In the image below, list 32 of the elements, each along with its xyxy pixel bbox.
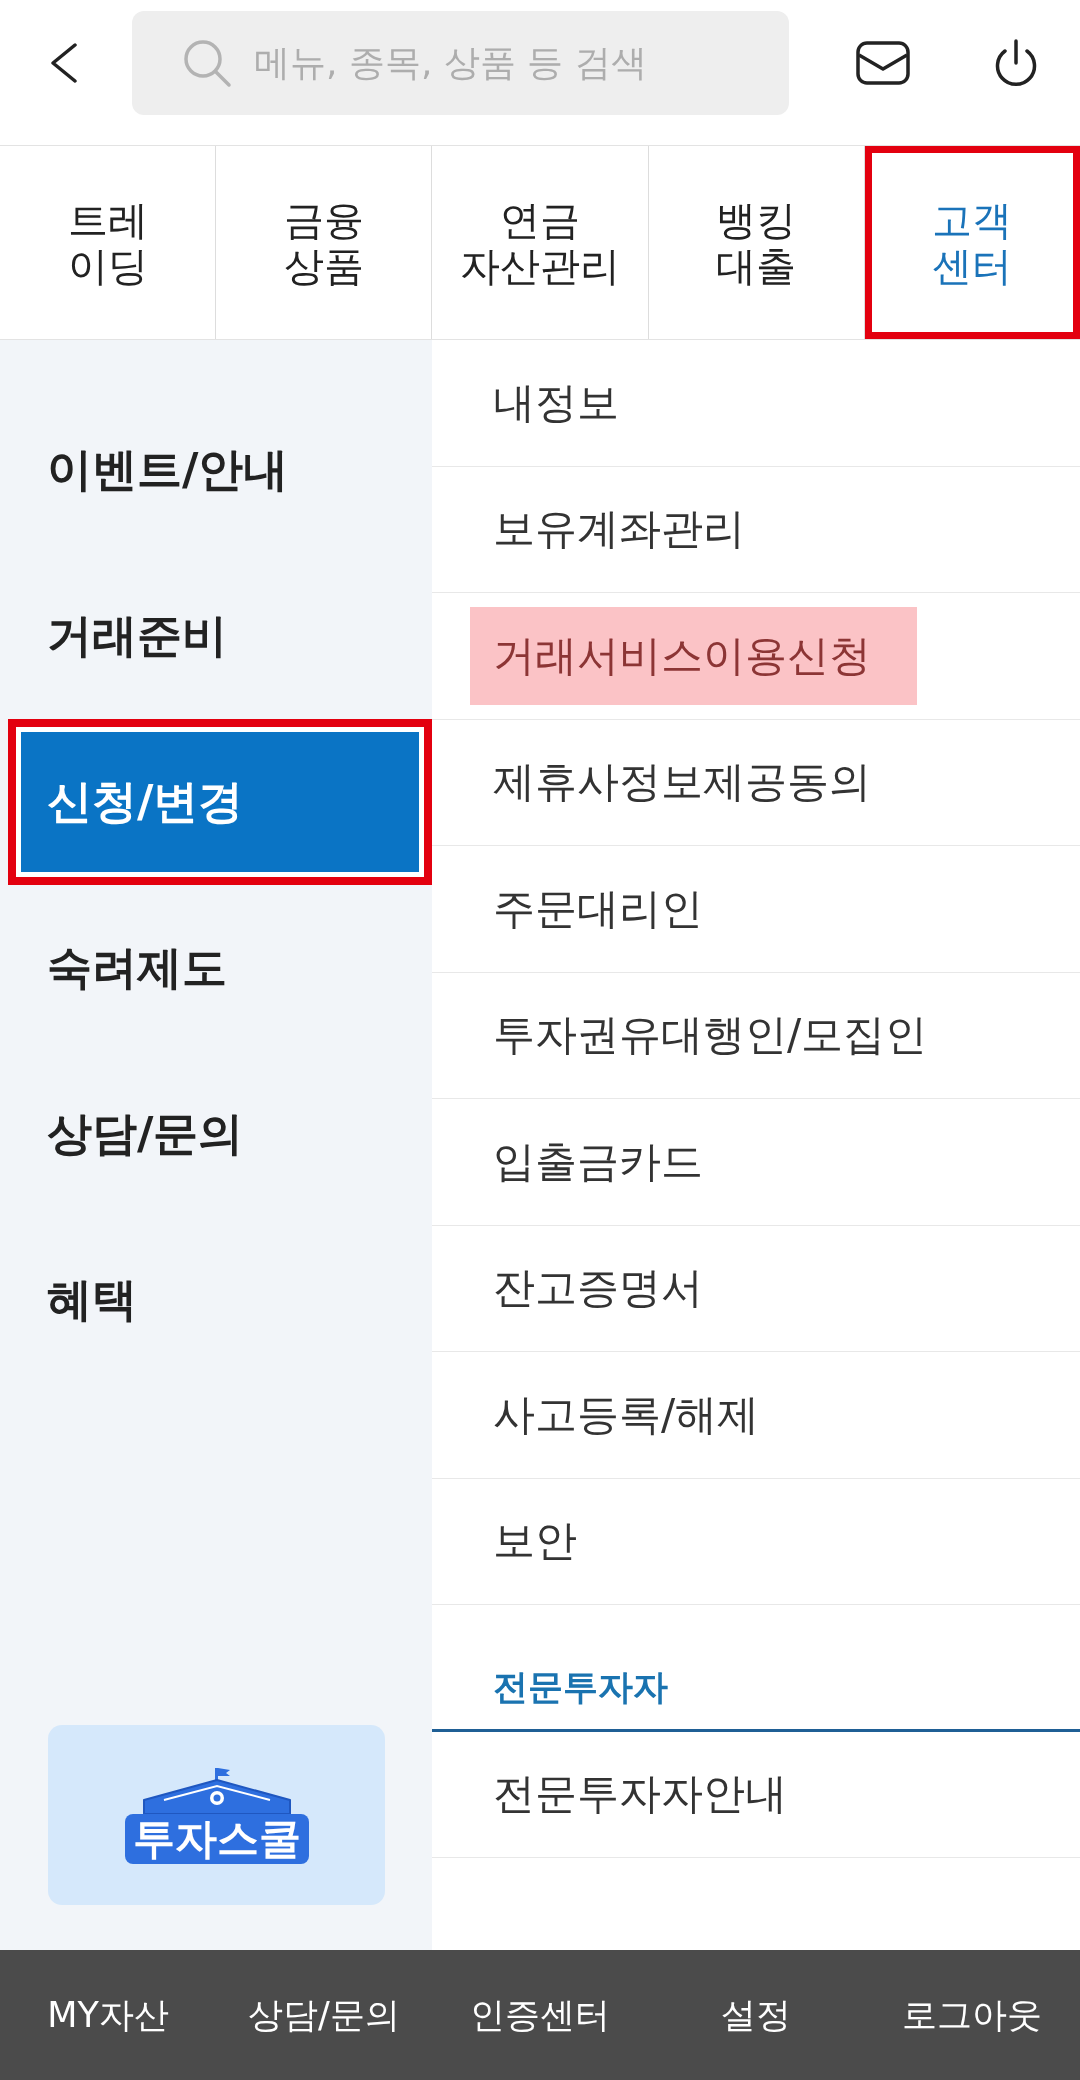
bottom-nav-link[interactable]: 로그아웃 [902, 1994, 1042, 2036]
search-icon [182, 37, 232, 88]
bottom-nav-link[interactable]: 상담/문의 [248, 1994, 400, 2036]
menu-link[interactable]: 주문대리인 [470, 859, 749, 958]
bottom-nav-link[interactable]: 설정 [721, 1994, 791, 2036]
bottom-nav-link[interactable]: MY자산 [47, 1994, 169, 2036]
sidebar-item[interactable]: 이벤트/안내 [8, 387, 432, 553]
menu-link[interactable]: 입출금카드 [470, 1112, 749, 1211]
sidebar-item[interactable]: 숙려제도 [8, 885, 432, 1051]
banner[interactable]: 투자스쿨 [48, 1725, 385, 1905]
school-building-icon [141, 1766, 292, 1814]
mail-icon [856, 40, 910, 85]
menu-link[interactable]: 보안 [470, 1492, 623, 1591]
menu-link[interactable]: 제휴사정보제공동의 [470, 733, 917, 832]
section-heading: 전문투자자 [493, 1666, 668, 1707]
bottom-nav-link[interactable]: 인증센터 [470, 1994, 610, 2036]
sidebar-item[interactable]: 상담/문의 [8, 1051, 432, 1217]
search-field[interactable]: 메뉴, 종목, 상품 등 검색 [132, 10, 789, 115]
menu-link[interactable]: 보유계좌관리 [470, 480, 791, 579]
menu-link[interactable]: 잔고증명서 [470, 1239, 749, 1338]
menu-link[interactable]: 거래서비스이용신청 [470, 606, 917, 705]
menu-link[interactable]: 투자권유대행인/모집인 [470, 986, 974, 1085]
sidebar-item[interactable]: 신청/변경 [8, 719, 432, 885]
menu-link[interactable]: 내정보 [470, 353, 665, 452]
menu-tab[interactable]: 고객 센터 [864, 146, 1080, 339]
menu-link[interactable]: 사고등록/해제 [470, 1365, 806, 1464]
back-icon [49, 42, 79, 83]
power-icon [994, 38, 1038, 87]
sidebar-item[interactable]: 거래준비 [8, 553, 432, 719]
menu-link[interactable]: 전문투자자안내 [470, 1745, 833, 1844]
sidebar-item[interactable]: 혜택 [8, 1217, 432, 1383]
banner-logo-text: 투자스쿨 [124, 1814, 309, 1864]
